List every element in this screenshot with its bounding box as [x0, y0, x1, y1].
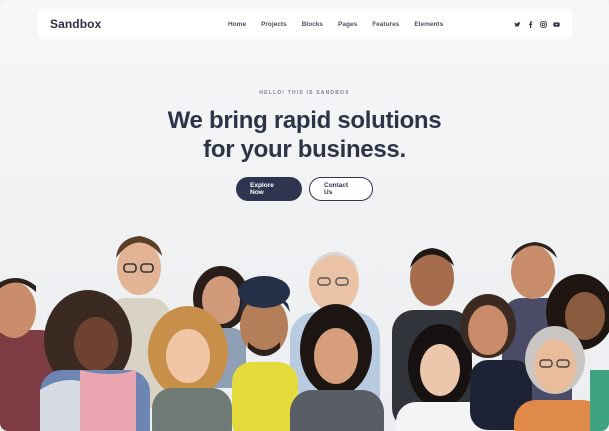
instagram-icon[interactable]: [540, 20, 547, 28]
hero-headline: We bring rapid solutions for your busine…: [0, 106, 609, 164]
contact-us-button[interactable]: Contact Us: [309, 177, 373, 201]
hero-eyebrow: HELLO! THIS IS SANDBOX: [259, 90, 350, 96]
nav-link-pages[interactable]: Pages: [338, 21, 357, 28]
team-photo-illustration: [0, 236, 609, 431]
youtube-icon[interactable]: [553, 21, 560, 28]
social-links: [514, 9, 560, 39]
brand-logo[interactable]: Sandbox: [50, 17, 101, 31]
hero-headline-line1: We bring rapid solutions: [167, 107, 442, 134]
nav-link-elements[interactable]: Elements: [414, 21, 443, 28]
hero-team-photo: [0, 220, 609, 431]
explore-now-button[interactable]: Explore Now: [236, 177, 302, 201]
hero-headline-line2: for your business.: [203, 136, 406, 163]
twitter-icon[interactable]: [514, 21, 521, 28]
nav-links: Home Projects Blocks Pages Features Elem…: [228, 9, 443, 39]
nav-link-features[interactable]: Features: [372, 21, 399, 28]
navbar: Sandbox Home Projects Blocks Pages Featu…: [38, 9, 572, 39]
nav-link-projects[interactable]: Projects: [261, 21, 287, 28]
person-blonde-woman: [148, 306, 232, 431]
landing-page: Sandbox Home Projects Blocks Pages Featu…: [0, 0, 609, 431]
hero-buttons: Explore Now Contact Us: [0, 177, 609, 201]
nav-link-home[interactable]: Home: [228, 21, 246, 28]
nav-link-blocks[interactable]: Blocks: [302, 21, 323, 28]
facebook-icon[interactable]: [527, 20, 534, 28]
